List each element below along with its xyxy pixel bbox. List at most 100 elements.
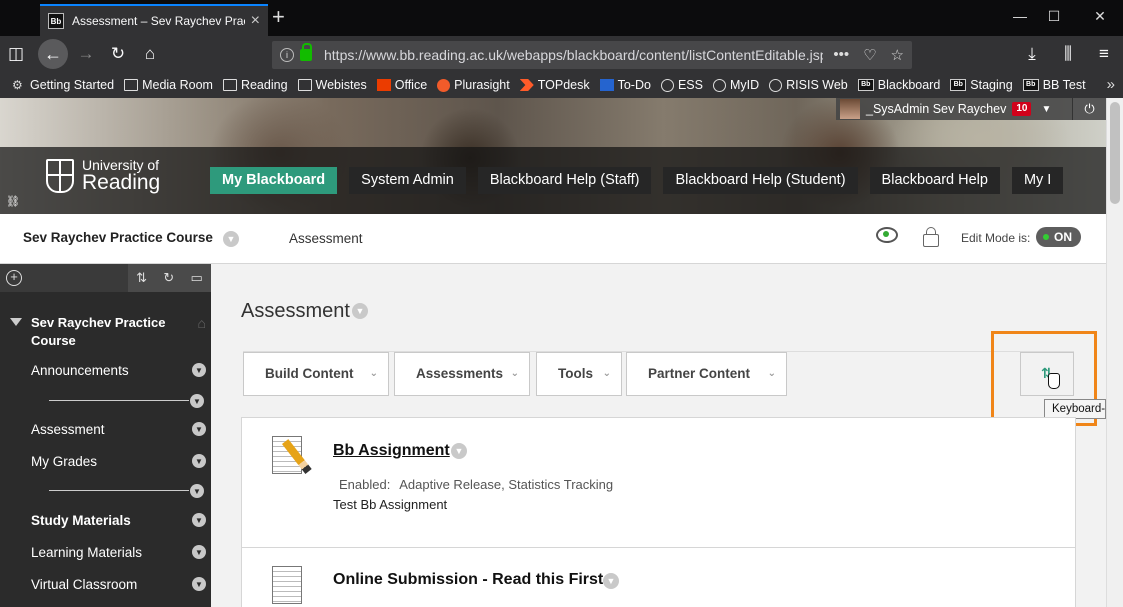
- university-logo[interactable]: University of Reading: [46, 158, 160, 194]
- notification-badge[interactable]: 10: [1012, 102, 1032, 116]
- pocket-icon[interactable]: ♡: [863, 46, 876, 64]
- bookmarks-overflow-icon[interactable]: »: [1107, 76, 1115, 93]
- edit-mode-toggle[interactable]: ON: [1036, 227, 1081, 247]
- tab-close-icon[interactable]: ×: [251, 12, 260, 30]
- reload-icon[interactable]: ↻: [106, 42, 130, 66]
- bookmark-item[interactable]: Plurasight: [437, 78, 510, 92]
- bookmark-item[interactable]: To-Do: [599, 78, 651, 92]
- chevron-down-icon[interactable]: ▼: [192, 577, 206, 591]
- build-content-button[interactable]: Build Content ⌄: [243, 352, 389, 396]
- unlock-icon[interactable]: [923, 227, 939, 247]
- chevron-down-icon[interactable]: ▼: [192, 513, 206, 527]
- student-preview-icon[interactable]: [876, 227, 898, 243]
- chevron-down-icon: ⌄: [602, 368, 611, 379]
- close-window-icon[interactable]: ✕: [1085, 8, 1115, 25]
- sidebar-item-study-materials[interactable]: Study Materials ▼: [31, 513, 206, 528]
- reorder-icon[interactable]: ⇅: [136, 270, 147, 286]
- sidebar-toggle-icon[interactable]: ◫: [4, 42, 28, 66]
- chevron-down-icon[interactable]: ▼: [190, 394, 204, 408]
- main-nav-tabs: My Blackboard System Admin Blackboard Help…: [210, 167, 1064, 194]
- item-description: Test Bb Assignment: [333, 497, 448, 512]
- chevron-down-icon: ⌄: [510, 368, 519, 379]
- bookmark-item[interactable]: Reading: [222, 78, 288, 92]
- item-title-link[interactable]: Bb Assignment: [333, 442, 450, 460]
- tooltip: Keyboard-Ac: [1044, 399, 1106, 419]
- pluralsight-icon: [437, 78, 451, 92]
- page-actions-icon[interactable]: •••: [833, 46, 849, 64]
- power-icon[interactable]: ⏻: [1072, 98, 1106, 120]
- bookmark-item[interactable]: Bb Staging: [950, 78, 1013, 92]
- bookmark-item[interactable]: ⚙ Getting Started: [12, 78, 114, 92]
- chevron-down-icon[interactable]: ▼: [192, 422, 206, 436]
- minimize-icon[interactable]: —: [1005, 8, 1035, 24]
- sidebar-item-my-grades[interactable]: My Grades ▼: [31, 454, 206, 469]
- blackboard-favicon-icon: Bb: [48, 13, 64, 29]
- assessments-button[interactable]: Assessments ⌄: [394, 352, 530, 396]
- tab-blackboard-help[interactable]: Blackboard Help: [869, 167, 1000, 194]
- page-scrollbar[interactable]: [1106, 98, 1123, 607]
- collapse-triangle-icon[interactable]: [10, 318, 22, 326]
- bookmark-item[interactable]: MyID: [712, 78, 759, 92]
- breadcrumb-course[interactable]: Sev Raychev Practice Course: [23, 230, 213, 245]
- tab-my-i[interactable]: My I: [1011, 167, 1064, 194]
- bookmark-item[interactable]: Media Room: [124, 78, 213, 92]
- tools-button[interactable]: Tools ⌄: [536, 352, 622, 396]
- maximize-icon[interactable]: ☐: [1039, 8, 1069, 25]
- scrollbar-thumb[interactable]: [1110, 102, 1120, 204]
- partner-content-button[interactable]: Partner Content ⌄: [626, 352, 787, 396]
- user-name: _SysAdmin Sev Raychev: [866, 102, 1007, 116]
- sidebar-item-virtual-classroom[interactable]: Virtual Classroom ▼: [31, 577, 206, 592]
- folder-view-icon[interactable]: ▭: [191, 270, 203, 286]
- bookmark-item[interactable]: TOPdesk: [519, 78, 590, 92]
- tab-my-blackboard[interactable]: My Blackboard: [210, 167, 338, 194]
- menu-divider: [49, 400, 189, 401]
- sidebar-item-announcements[interactable]: Announcements ▼: [31, 363, 206, 378]
- browser-tab[interactable]: Bb Assessment – Sev Raychev Practice Cou…: [40, 4, 268, 36]
- star-icon[interactable]: ☆: [891, 46, 904, 64]
- bookmark-item[interactable]: RISIS Web: [769, 78, 848, 92]
- menu-icon[interactable]: ≡: [1092, 42, 1116, 66]
- chevron-down-icon[interactable]: ▼: [603, 573, 619, 589]
- forward-icon[interactable]: →: [74, 42, 98, 66]
- office-icon: [376, 79, 391, 91]
- bookmark-item[interactable]: ESS: [660, 78, 703, 92]
- bookmark-item[interactable]: Bb BB Test: [1022, 78, 1086, 92]
- chevron-down-icon[interactable]: ▼: [451, 443, 467, 459]
- bookmark-item[interactable]: Bb Blackboard: [857, 78, 940, 92]
- refresh-icon[interactable]: ↻: [163, 270, 174, 286]
- chevron-down-icon[interactable]: ▼: [1041, 104, 1051, 115]
- url-text[interactable]: https://www.bb.reading.ac.uk/webapps/bla…: [324, 47, 823, 63]
- info-icon[interactable]: i: [280, 48, 294, 62]
- tab-system-admin[interactable]: System Admin: [349, 167, 466, 194]
- chevron-down-icon[interactable]: ▼: [192, 545, 206, 559]
- chevron-down-icon[interactable]: ▼: [223, 231, 239, 247]
- download-icon[interactable]: ⤓: [1020, 42, 1044, 66]
- chevron-down-icon[interactable]: ▼: [192, 454, 206, 468]
- sidebar-course-title[interactable]: Sev Raychev Practice Course ⌂: [10, 314, 206, 350]
- home-icon[interactable]: ⌂: [198, 314, 206, 332]
- sidebar-item-learning-materials[interactable]: Learning Materials ▼: [31, 545, 206, 560]
- chevron-down-icon[interactable]: ▼: [352, 303, 368, 319]
- library-icon[interactable]: ⫼: [1056, 42, 1080, 66]
- item-title[interactable]: Online Submission - Read this First: [333, 571, 603, 589]
- chevron-down-icon[interactable]: ▼: [192, 363, 206, 377]
- new-tab-icon[interactable]: +: [272, 6, 285, 28]
- bb-icon: Bb: [857, 79, 874, 91]
- tab-blackboard-help-staff[interactable]: Blackboard Help (Staff): [477, 167, 652, 194]
- sidebar-item-assessment[interactable]: Assessment ▼: [31, 422, 206, 437]
- link-icon[interactable]: ⛓: [6, 195, 20, 208]
- breadcrumb-page: Assessment: [289, 231, 363, 246]
- chevron-down-icon[interactable]: ▼: [190, 484, 204, 498]
- item-meta: Enabled: Adaptive Release, Statistics Tr…: [339, 477, 614, 492]
- tab-blackboard-help-student[interactable]: Blackboard Help (Student): [663, 167, 858, 194]
- back-icon[interactable]: ←: [38, 39, 68, 69]
- edit-mode-label: Edit Mode is:: [961, 231, 1031, 245]
- bookmark-item[interactable]: Office: [376, 78, 427, 92]
- bookmark-item[interactable]: Webistes: [297, 78, 367, 92]
- home-icon[interactable]: ⌂: [138, 42, 162, 66]
- user-menu[interactable]: _SysAdmin Sev Raychev 10 ▼ ⏻: [836, 98, 1106, 120]
- bookmarks-toolbar: ⚙ Getting Started Media Room Reading Webiste…: [0, 72, 1123, 98]
- url-bar[interactable]: i https://www.bb.reading.ac.uk/webapps/b…: [272, 41, 912, 69]
- add-menu-item-icon[interactable]: +: [6, 270, 22, 286]
- chevron-down-icon: ⌄: [369, 368, 378, 379]
